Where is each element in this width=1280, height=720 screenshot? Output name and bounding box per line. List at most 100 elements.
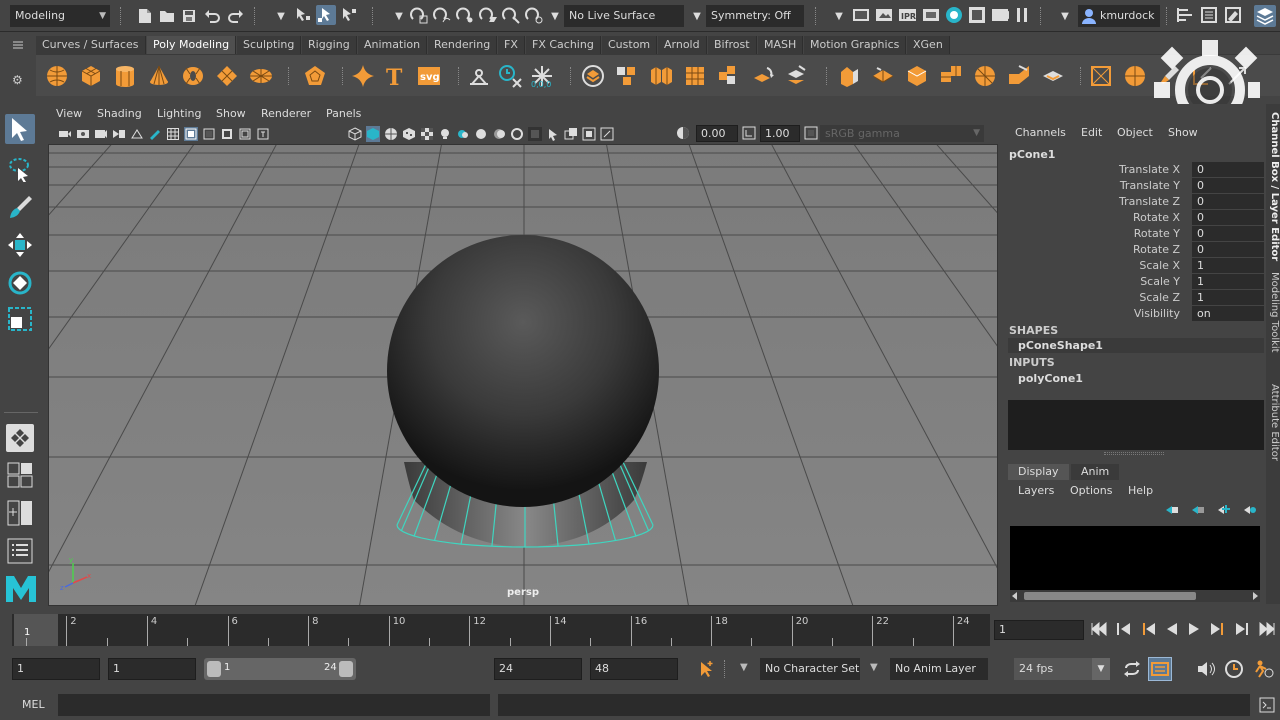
channel-label[interactable]: Translate Y (1120, 179, 1180, 192)
slide-edge-icon[interactable] (1040, 63, 1066, 89)
snap-point-icon[interactable] (456, 6, 474, 24)
lasso-tool-icon[interactable] (5, 154, 35, 184)
poly-disc-icon[interactable] (248, 63, 274, 89)
xray-components-icon[interactable] (600, 127, 614, 141)
smooth-icon[interactable]: 0,0,0 (530, 63, 556, 89)
gamma-icon[interactable] (742, 126, 756, 140)
command-input[interactable] (58, 694, 490, 716)
new-scene-icon[interactable] (136, 7, 154, 25)
bridge-edges-icon[interactable] (904, 63, 930, 89)
auto-key-icon[interactable] (698, 660, 714, 678)
use-all-lights-icon[interactable] (420, 127, 434, 141)
layer-editor-tab[interactable]: Anim (1071, 464, 1120, 480)
insert-edge-loop-icon[interactable] (938, 63, 964, 89)
channel-label[interactable]: Scale Z (1139, 291, 1180, 304)
play-forward-icon[interactable] (1187, 622, 1201, 639)
channel-row[interactable]: Rotate X 0 (1004, 210, 1266, 226)
chevron-down-icon[interactable]: ▼ (688, 7, 706, 25)
go-to-end-icon[interactable] (1258, 621, 1276, 639)
poly-cylinder-icon[interactable] (112, 63, 138, 89)
layer-editor-tab[interactable]: Display (1008, 464, 1069, 480)
channel-label[interactable]: Translate X (1119, 163, 1180, 176)
channel-row[interactable]: Scale Z 1 (1004, 290, 1266, 306)
shelf-tab[interactable]: Rigging (302, 36, 357, 54)
channel-box-menu-item[interactable]: Show (1168, 126, 1198, 139)
playback-start-field[interactable]: 1 (108, 658, 196, 680)
split-handle[interactable] (1104, 452, 1164, 455)
range-end-handle[interactable] (339, 661, 353, 677)
go-to-start-icon[interactable] (1090, 621, 1108, 639)
anti-aliasing-icon[interactable] (510, 127, 524, 141)
redo-icon[interactable] (227, 7, 245, 25)
channel-value-field[interactable]: 0 (1192, 242, 1264, 257)
viewport-menu-item[interactable]: Show (216, 107, 246, 120)
select-camera-icon[interactable] (58, 127, 72, 141)
poly-cone-icon[interactable] (146, 63, 172, 89)
horizontal-scrollbar[interactable] (1010, 590, 1260, 602)
shelf-tab[interactable]: FX (498, 36, 525, 54)
shelf-tab[interactable]: XGen (907, 36, 950, 54)
channel-value-field[interactable]: 1 (1192, 290, 1264, 305)
channel-value-field[interactable]: 0 (1192, 194, 1264, 209)
grid-icon[interactable] (166, 127, 180, 141)
save-scene-icon[interactable] (180, 7, 198, 25)
shelf-tab[interactable]: Motion Graphics (804, 36, 907, 54)
smooth-shade-icon[interactable] (366, 126, 380, 142)
render-setup-icon[interactable] (968, 6, 986, 24)
shelf-tab[interactable]: Bifrost (708, 36, 757, 54)
channel-value-field[interactable]: 0 (1192, 162, 1264, 177)
layer-editor-menu-item[interactable]: Help (1128, 484, 1153, 497)
channel-value-field[interactable]: 0 (1192, 210, 1264, 225)
shelf-menu-icon[interactable] (12, 39, 24, 51)
channel-label[interactable]: Translate Z (1119, 195, 1180, 208)
grease-pencil-icon[interactable] (148, 127, 162, 141)
step-forward-key-icon[interactable] (1234, 622, 1250, 639)
select-component-icon[interactable] (340, 6, 358, 24)
wireframe-icon[interactable] (348, 127, 362, 141)
render-frame-icon[interactable] (875, 6, 893, 24)
tab-channel-box[interactable]: Channel Box / Layer Editor (1266, 112, 1280, 262)
camera-attributes-icon[interactable] (76, 127, 90, 141)
tab-modeling-toolkit[interactable]: Modeling Toolkit (1266, 272, 1280, 372)
channel-row[interactable]: Rotate Y 0 (1004, 226, 1266, 242)
shelf-tab[interactable]: FX Caching (526, 36, 601, 54)
channel-label[interactable]: Rotate Y (1134, 227, 1180, 240)
current-frame-field[interactable]: 1 (994, 620, 1084, 640)
select-object-icon[interactable] (316, 5, 336, 25)
motion-blur-icon[interactable] (492, 127, 506, 141)
rotate-tool-icon[interactable] (5, 268, 35, 298)
channel-box-toggle-icon[interactable] (1254, 5, 1276, 27)
render-view-icon[interactable] (922, 6, 940, 24)
sphere-mesh[interactable] (387, 235, 659, 507)
viewport-menu-item[interactable]: Shading (97, 107, 142, 120)
type-text-icon[interactable]: T (382, 63, 408, 89)
ipr-render-icon[interactable]: IPR (898, 6, 916, 24)
shelf-tab[interactable]: Animation (358, 36, 428, 54)
paint-select-tool-icon[interactable] (5, 192, 35, 222)
color-management-icon[interactable] (804, 126, 818, 140)
move-tool-icon[interactable] (5, 230, 35, 260)
shadows-icon[interactable] (456, 127, 470, 141)
shelf-tab[interactable]: Curves / Surfaces (36, 36, 146, 54)
tool-settings-icon[interactable] (1224, 6, 1242, 24)
snap-view-plane-icon[interactable] (479, 6, 497, 24)
character-set-field[interactable]: No Character Set (760, 658, 860, 680)
pause-viewport-icon[interactable] (1013, 6, 1031, 24)
exposure-field[interactable]: 0.00 (696, 125, 738, 142)
multi-cut-icon[interactable] (972, 63, 998, 89)
loop-icon[interactable] (1122, 660, 1142, 678)
separate-icon[interactable] (498, 63, 524, 89)
new-layer-selected-icon[interactable] (1242, 504, 1258, 518)
range-start-handle[interactable] (207, 661, 221, 677)
animation-end-field[interactable]: 48 (590, 658, 678, 680)
colorspace-dropdown[interactable]: sRGB gamma ▼ (820, 125, 984, 142)
open-scene-icon[interactable] (158, 7, 176, 25)
viewport-menu-item[interactable]: Lighting (157, 107, 201, 120)
gear-icon[interactable]: ⚙ (12, 73, 24, 87)
poly-plane-icon[interactable] (214, 63, 240, 89)
viewport-menu-item[interactable]: Panels (326, 107, 361, 120)
gamma-field[interactable]: 1.00 (760, 125, 800, 142)
reduce-icon[interactable] (784, 63, 810, 89)
time-slider[interactable]: 1 2 4 6 8 10 12 14 16 18 20 22 24 (12, 614, 990, 646)
channel-value-field[interactable]: 1 (1192, 274, 1264, 289)
